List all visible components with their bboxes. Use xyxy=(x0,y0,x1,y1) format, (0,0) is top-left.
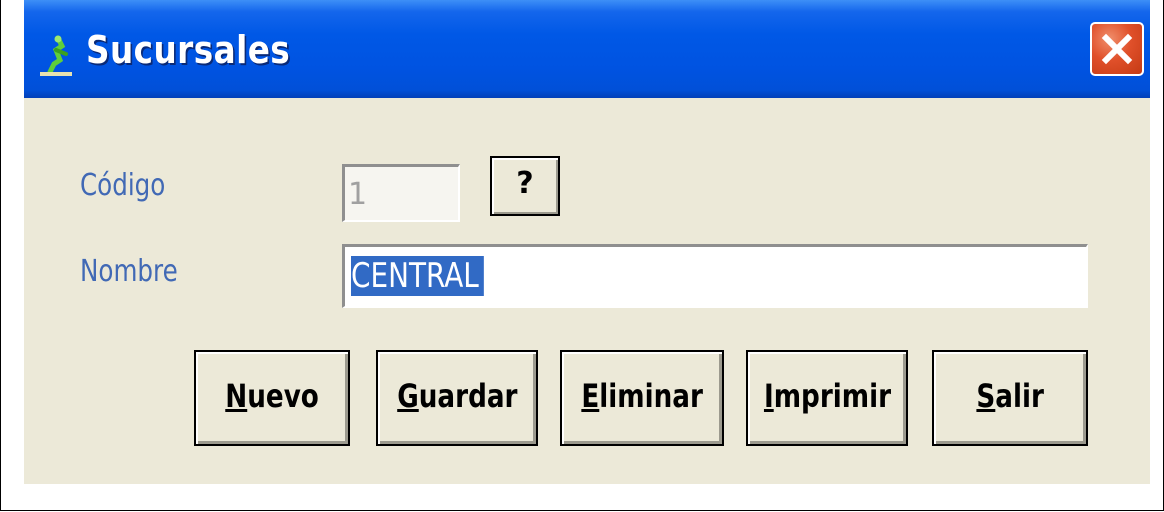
imprimir-label: Imprimir xyxy=(763,377,891,415)
nuevo-label: Nuevo xyxy=(225,377,319,415)
nuevo-button[interactable]: Nuevo xyxy=(194,350,350,446)
nombre-label: Nombre xyxy=(80,254,178,289)
green-figure-icon xyxy=(40,35,72,76)
guardar-button[interactable]: Guardar xyxy=(376,350,538,446)
codigo-label: Código xyxy=(80,168,166,203)
nombre-value: CENTRAL xyxy=(351,256,484,296)
nombre-field[interactable]: CENTRAL xyxy=(342,244,1088,308)
help-button[interactable]: ? xyxy=(490,156,560,216)
title-bar[interactable]: Sucursales xyxy=(24,0,1150,98)
guardar-label: Guardar xyxy=(396,377,518,415)
sucursales-window: Sucursales Código 1 ? Nombre CENTRAL Nue… xyxy=(24,0,1150,484)
salir-button[interactable]: Salir xyxy=(932,350,1088,446)
close-button[interactable] xyxy=(1090,22,1144,76)
eliminar-label: Eliminar xyxy=(581,377,703,415)
window-title: Sucursales xyxy=(86,28,291,72)
eliminar-button[interactable]: Eliminar xyxy=(560,350,724,446)
codigo-field[interactable]: 1 xyxy=(342,164,460,222)
salir-label: Salir xyxy=(976,377,1044,415)
imprimir-button[interactable]: Imprimir xyxy=(746,350,908,446)
form-area: Código 1 ? Nombre CENTRAL Nuevo Guardar … xyxy=(24,98,1150,484)
close-icon xyxy=(1101,33,1133,65)
